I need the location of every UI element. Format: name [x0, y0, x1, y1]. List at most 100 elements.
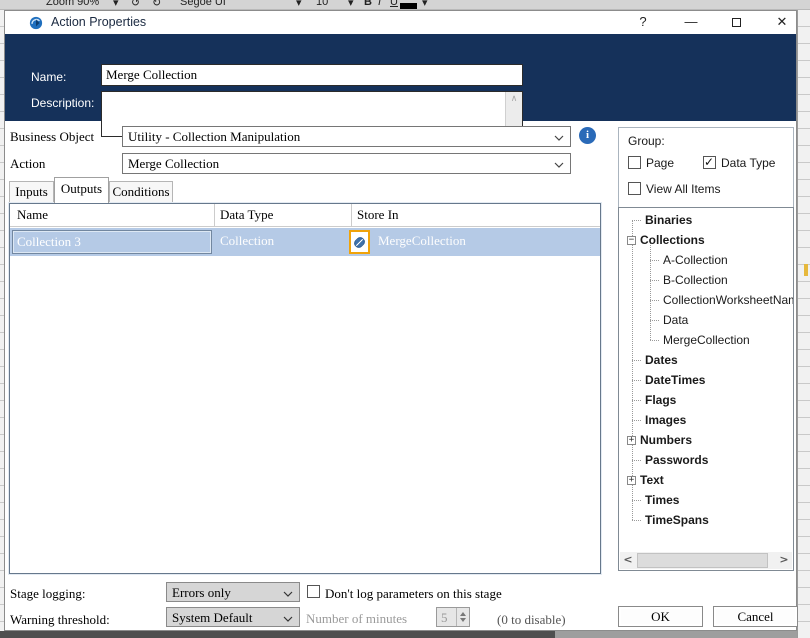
- dropdown-arrow-icon: ▾: [113, 0, 119, 9]
- tree-item-label: Dates: [645, 353, 678, 367]
- tree-item-label: DateTimes: [645, 373, 706, 387]
- data-items-tree[interactable]: Binaries − Collections A-Collection B-Collec…: [618, 207, 794, 571]
- background-highlight-mark: [804, 264, 808, 276]
- data-type-checkbox-label: Data Type: [721, 156, 776, 170]
- tree-branch-line: [650, 299, 659, 301]
- tree-item-data[interactable]: Data: [621, 310, 791, 330]
- expand-icon[interactable]: +: [627, 435, 636, 445]
- zero-to-disable-hint: (0 to disable): [497, 612, 566, 627]
- bold-button: B: [364, 0, 372, 8]
- tree-item-label: Numbers: [640, 433, 693, 447]
- dialog-titlebar[interactable]: Action Properties ? — ✕: [5, 11, 796, 34]
- background-toolbar: Zoom 90% ▾ ↺ ↻ Segoe UI ▾ 10 ▾ B I U ▾: [0, 0, 810, 10]
- tree-item-label: Collections: [640, 233, 705, 247]
- underline-button: U: [390, 0, 398, 8]
- spinner-down-icon[interactable]: [460, 618, 466, 622]
- scrollbar-thumb[interactable]: [637, 553, 768, 568]
- tree-branch-line: [632, 359, 641, 361]
- business-object-dropdown[interactable]: Utility - Collection Manipulation: [122, 126, 571, 147]
- column-header-store-in[interactable]: Store In: [357, 207, 399, 223]
- tree-item-dates[interactable]: Dates: [621, 350, 791, 370]
- collapse-icon[interactable]: −: [627, 235, 636, 245]
- column-divider: [351, 204, 352, 227]
- business-object-value: Utility - Collection Manipulation: [128, 129, 301, 144]
- tree-item-passwords[interactable]: Passwords: [621, 450, 791, 470]
- view-all-items-checkbox[interactable]: [628, 182, 641, 195]
- output-name-cell[interactable]: Collection 3: [12, 230, 212, 254]
- number-of-minutes-label: Number of minutes: [306, 611, 408, 626]
- page-checkbox[interactable]: [628, 156, 641, 169]
- help-button[interactable]: ?: [626, 11, 660, 34]
- stage-logging-value: Errors only: [172, 585, 231, 600]
- column-divider: [214, 204, 215, 227]
- background-strip-light: [555, 631, 797, 638]
- scroll-up-icon[interactable]: ∧: [506, 93, 522, 104]
- cancel-button[interactable]: Cancel: [713, 606, 798, 627]
- output-store-in-cell[interactable]: MergeCollection: [378, 233, 466, 249]
- ok-button[interactable]: OK: [618, 606, 703, 627]
- tree-item-times[interactable]: Times: [621, 490, 791, 510]
- tree-item-datetimes[interactable]: DateTimes: [621, 370, 791, 390]
- close-button[interactable]: ✕: [765, 11, 799, 34]
- scroll-left-icon[interactable]: <: [620, 552, 636, 569]
- view-all-items-checkbox-label: View All Items: [646, 182, 721, 196]
- tree-item-images[interactable]: Images: [621, 410, 791, 430]
- zoom-level-control: Zoom 90%: [46, 0, 100, 8]
- tree-item-label: Binaries: [645, 213, 693, 227]
- tab-inputs[interactable]: Inputs: [9, 181, 54, 203]
- column-header-name[interactable]: Name: [17, 207, 48, 223]
- minutes-value: 5: [441, 610, 448, 625]
- tree-branch-line: [650, 339, 659, 341]
- expand-icon[interactable]: +: [627, 475, 636, 485]
- tree-item-label: MergeCollection: [663, 333, 750, 347]
- stage-logging-dropdown[interactable]: Errors only: [166, 582, 300, 602]
- warning-threshold-label: Warning threshold:: [10, 612, 110, 627]
- tab-outputs[interactable]: Outputs: [54, 177, 109, 203]
- tree-item-binaries[interactable]: Binaries: [621, 210, 791, 230]
- tree-horizontal-scrollbar[interactable]: < >: [620, 552, 792, 569]
- tree-item-text[interactable]: + Text: [621, 470, 791, 490]
- spinner-up-icon[interactable]: [460, 612, 466, 616]
- column-header-data-type[interactable]: Data Type: [220, 207, 273, 223]
- tree-branch-line: [632, 219, 641, 221]
- group-panel: Group: Page Data Type View All Items: [618, 127, 794, 211]
- tree-item-label: Images: [645, 413, 687, 427]
- tab-conditions[interactable]: Conditions: [109, 181, 173, 203]
- dialog-title: Action Properties: [51, 15, 147, 29]
- spinner-buttons[interactable]: [456, 608, 469, 626]
- name-label: Name:: [31, 70, 67, 84]
- tree-item-timespans[interactable]: TimeSpans: [621, 510, 791, 530]
- dont-log-parameters-checkbox[interactable]: [307, 585, 320, 598]
- chevron-down-icon: [283, 591, 293, 597]
- action-dropdown[interactable]: Merge Collection: [122, 153, 571, 174]
- tree-branch-line: [632, 499, 641, 501]
- tree-item-collections[interactable]: − Collections: [621, 230, 791, 250]
- tree-item-flags[interactable]: Flags: [621, 390, 791, 410]
- business-object-label: Business Object: [10, 129, 95, 144]
- tree-item-label: Passwords: [645, 453, 709, 467]
- tree-item-label: B-Collection: [663, 273, 728, 287]
- blueprism-action-icon: [29, 16, 43, 30]
- maximize-button[interactable]: [719, 11, 753, 34]
- tree-item-collectionworksheetname[interactable]: CollectionWorksheetName: [621, 290, 793, 310]
- minutes-spinner[interactable]: 5: [436, 607, 470, 627]
- minimize-button[interactable]: —: [674, 11, 708, 34]
- name-input[interactable]: [101, 64, 523, 86]
- tree-item-b-collection[interactable]: B-Collection: [621, 270, 791, 290]
- tree-branch-line: [632, 519, 641, 521]
- collection-data-item-icon[interactable]: [349, 230, 370, 254]
- warning-threshold-dropdown[interactable]: System Default: [166, 607, 300, 627]
- group-label: Group:: [628, 134, 665, 148]
- tree-branch-line: [632, 459, 641, 461]
- tree-item-numbers[interactable]: + Numbers: [621, 430, 791, 450]
- data-type-checkbox[interactable]: [703, 155, 716, 169]
- table-row[interactable]: Collection 3 Collection MergeCollection: [10, 228, 600, 256]
- info-icon[interactable]: i: [579, 127, 596, 144]
- tree-item-mergecollection[interactable]: MergeCollection: [621, 330, 791, 350]
- tree-item-a-collection[interactable]: A-Collection: [621, 250, 791, 270]
- chevron-down-icon: [554, 162, 564, 168]
- scroll-right-icon[interactable]: >: [776, 552, 792, 569]
- chevron-down-icon: [554, 135, 564, 141]
- background-strip-dark: [0, 631, 555, 638]
- dropdown-arrow-icon: ▾: [348, 0, 354, 9]
